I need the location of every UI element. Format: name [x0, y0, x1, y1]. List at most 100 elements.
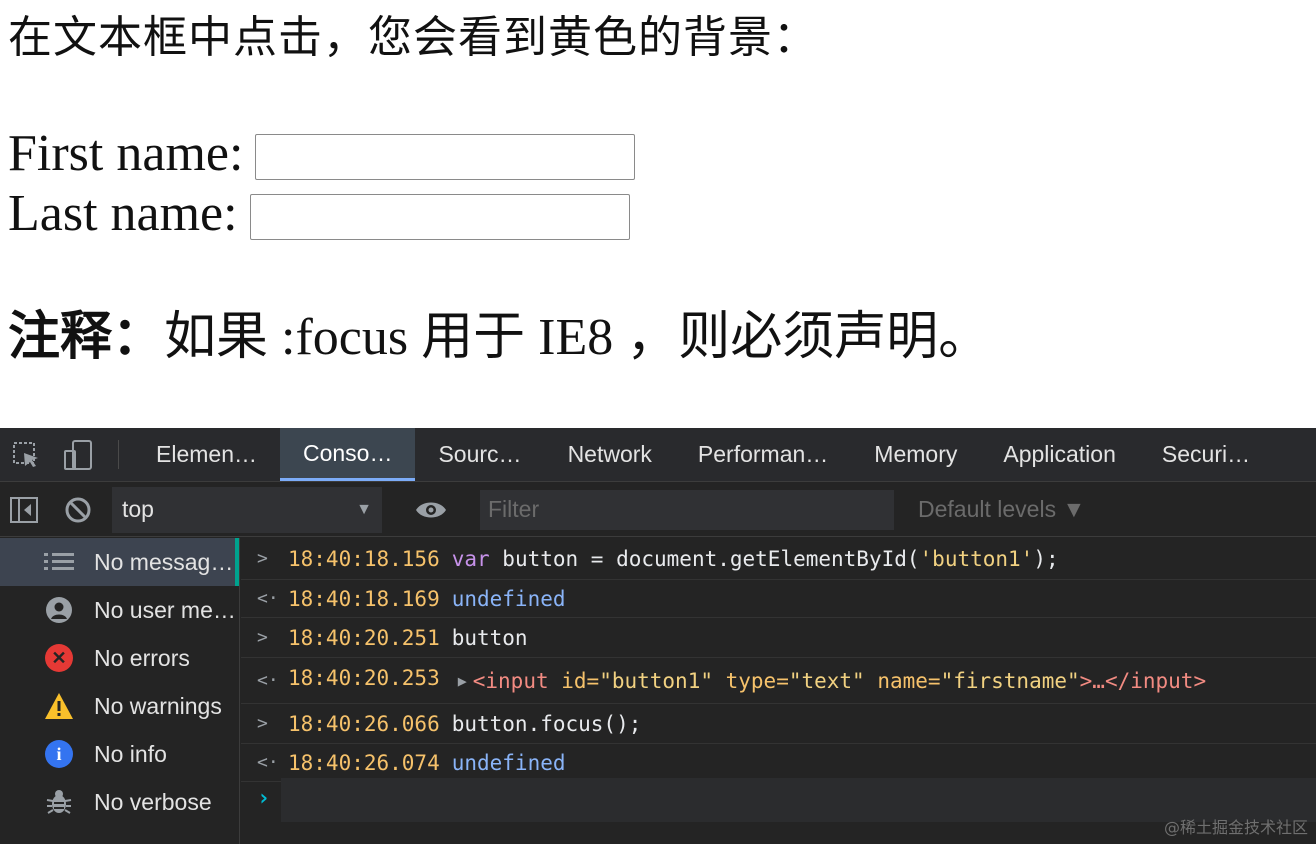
string-literal: 'button1' — [919, 546, 1034, 571]
console-line-input: > 18:40:26.066 button.focus(); — [241, 704, 1316, 744]
timestamp: 18:40:18.156 — [288, 546, 440, 571]
web-page: 在文本框中点击，您会看到黄色的背景： First name: Last name… — [0, 0, 1316, 428]
first-name-row: First name: — [8, 124, 636, 184]
timestamp: 18:40:20.251 — [288, 625, 440, 650]
devtools-panel: Elemen… Conso… Sourc… Network Performan…… — [0, 428, 1316, 844]
bug-icon — [46, 790, 72, 814]
output-chevron-icon: <· — [257, 752, 279, 773]
tab-security[interactable]: Securi… — [1139, 428, 1273, 481]
filter-placeholder: Filter — [488, 496, 540, 522]
console-line-input: > 18:40:20.251 button — [241, 618, 1316, 658]
note-text-b: :focus — [268, 309, 422, 366]
devtools-tabbar: Elemen… Conso… Sourc… Network Performan…… — [0, 428, 1316, 482]
tag-open: <input — [472, 668, 549, 693]
tag-close: </input> — [1104, 668, 1207, 693]
sidebar-item-label: No info — [94, 740, 167, 767]
sidebar-item-label: No messag… — [94, 548, 234, 575]
last-name-row: Last name: — [8, 184, 630, 244]
console-output: > 18:40:18.156 var button = document.get… — [241, 538, 1316, 844]
element-node[interactable]: <input id="button1" type="text" name="fi… — [473, 669, 1206, 693]
timestamp: 18:40:26.066 — [288, 711, 440, 736]
clear-console-icon[interactable] — [48, 496, 108, 524]
first-name-input[interactable] — [255, 134, 636, 180]
user-icon — [46, 597, 72, 623]
context-selector[interactable]: top ▼ — [112, 486, 382, 533]
attr-value: "text" — [788, 668, 865, 693]
note-bold: 注释： — [8, 307, 165, 367]
tab-network[interactable]: Network — [545, 428, 675, 481]
expand-triangle-icon[interactable]: ▶ — [458, 672, 467, 690]
console-line-input: > 18:40:18.156 var button = document.get… — [241, 538, 1316, 580]
result-value: undefined — [451, 750, 566, 775]
sidebar-item-label: No warnings — [94, 692, 222, 719]
sidebar-item-verbose[interactable]: No verbose — [0, 778, 239, 826]
note-text-d: IE8 — [525, 309, 627, 366]
note-text-c: 用于 — [421, 307, 526, 367]
log-levels-dropdown[interactable]: Default levels ▼ — [918, 496, 1085, 523]
sidebar-item-label: No errors — [94, 644, 190, 671]
live-expression-eye-icon[interactable] — [411, 499, 451, 521]
dropdown-arrow-icon: ▼ — [356, 500, 372, 518]
result-value: undefined — [451, 586, 566, 611]
watermark: @稀土掘金技术社区 — [1163, 818, 1308, 837]
page-heading: 在文本框中点击，您会看到黄色的背景： — [8, 12, 818, 63]
output-chevron-icon: <· — [257, 670, 279, 691]
attr-value: "firstname" — [940, 668, 1080, 693]
attr-name: name= — [864, 668, 941, 693]
attr-name: type= — [712, 668, 789, 693]
tabbar-divider — [118, 440, 119, 469]
sidebar-item-user-messages[interactable]: No user me… — [0, 586, 239, 634]
input-chevron-icon: > — [257, 627, 268, 648]
code-text: button = document.getElementById( — [489, 546, 920, 571]
code-text-end: ); — [1033, 546, 1059, 571]
tab-performance[interactable]: Performan… — [675, 428, 851, 481]
note-text-f: 。 — [938, 307, 991, 367]
note-text-e: ，则必须声明 — [626, 307, 939, 367]
console-prompt-input[interactable] — [281, 778, 1316, 822]
console-toolbar: top ▼ Filter Default levels ▼ — [0, 483, 1316, 537]
tab-console[interactable]: Conso… — [279, 428, 416, 481]
console-code: button.focus(); — [451, 711, 642, 736]
console-code: var button = document.getElementById('bu… — [452, 547, 1059, 571]
sidebar-item-errors[interactable]: ✕ No errors — [0, 634, 239, 682]
console-line-output: <· 18:40:20.253 ▶ <input id="button1" ty… — [241, 658, 1316, 704]
info-icon: i — [45, 740, 73, 768]
sidebar-item-info[interactable]: i No info — [0, 730, 239, 778]
device-toolbar-icon[interactable] — [52, 428, 104, 481]
output-chevron-icon: <· — [257, 588, 279, 609]
console-code: button — [451, 625, 528, 650]
list-icon — [44, 553, 74, 570]
sidebar-item-label: No user me… — [94, 596, 236, 623]
sidebar-item-label: No verbose — [94, 788, 212, 815]
input-chevron-icon: > — [257, 548, 268, 569]
last-name-input[interactable] — [249, 194, 630, 240]
console-line-output: <· 18:40:18.169 undefined — [241, 580, 1316, 618]
tag-ellipsis: >… — [1079, 668, 1105, 693]
console-sidebar: No messag… No user me… ✕ No errors No wa… — [0, 538, 240, 844]
console-line-output: <· 18:40:26.074 undefined — [241, 744, 1316, 782]
sidebar-item-warnings[interactable]: No warnings — [0, 682, 239, 730]
timestamp: 18:40:18.169 — [288, 586, 440, 611]
attr-value: "button1" — [599, 668, 713, 693]
filter-input[interactable]: Filter — [480, 489, 894, 530]
tab-application[interactable]: Application — [980, 428, 1139, 481]
note-text-a: 如果 — [164, 307, 269, 367]
tab-elements[interactable]: Elemen… — [133, 428, 280, 481]
attr-name: id= — [548, 668, 600, 693]
tab-memory[interactable]: Memory — [851, 428, 980, 481]
prompt-chevron-icon: › — [257, 786, 271, 811]
tab-sources[interactable]: Sourc… — [415, 428, 544, 481]
context-selector-value: top — [122, 496, 154, 522]
input-chevron-icon: > — [257, 713, 268, 734]
timestamp: 18:40:20.253 — [288, 665, 440, 690]
sidebar-item-messages[interactable]: No messag… — [0, 538, 239, 586]
keyword: var — [451, 546, 490, 571]
timestamp: 18:40:26.074 — [288, 750, 440, 775]
first-name-label: First name: — [8, 125, 244, 182]
toggle-sidebar-icon[interactable] — [0, 496, 48, 524]
warning-icon — [45, 693, 73, 719]
note-paragraph: 注释：如果 :focus 用于 IE8 ，则必须声明。 — [8, 305, 990, 370]
last-name-label: Last name: — [8, 185, 238, 242]
error-icon: ✕ — [45, 644, 73, 672]
inspect-element-icon[interactable] — [0, 428, 52, 481]
